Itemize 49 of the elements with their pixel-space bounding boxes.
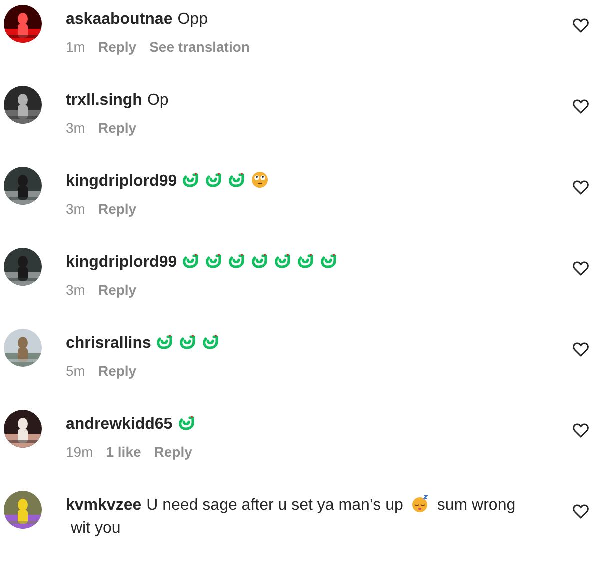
comment-text: Op xyxy=(147,91,169,111)
heart-icon[interactable] xyxy=(573,18,589,33)
username[interactable]: askaaboutnae xyxy=(66,11,173,28)
snake-icon xyxy=(156,333,174,351)
heart-icon[interactable] xyxy=(573,180,589,195)
snake-icon xyxy=(320,252,338,270)
snake-icon xyxy=(228,252,246,270)
username[interactable]: kvmkvzee xyxy=(66,497,142,514)
heart-icon[interactable] xyxy=(573,504,589,519)
snake-icon xyxy=(205,252,224,270)
snake-icon xyxy=(182,252,200,270)
timestamp: 1m xyxy=(66,39,86,55)
translation-link[interactable]: See translation xyxy=(150,39,250,55)
timestamp: 5m xyxy=(66,363,86,379)
snake-icon xyxy=(297,252,316,270)
like-count[interactable]: 1 like xyxy=(106,444,142,460)
heart-icon[interactable] xyxy=(573,342,589,357)
reply-link[interactable]: Reply xyxy=(98,39,137,55)
comment-text: wit you xyxy=(71,519,121,539)
heart-icon[interactable] xyxy=(573,423,589,438)
snake-icon xyxy=(228,171,246,189)
username[interactable]: trxll.singh xyxy=(66,92,142,109)
reply-link[interactable]: Reply xyxy=(154,444,192,460)
reply-link[interactable]: Reply xyxy=(98,282,137,298)
heart-icon[interactable] xyxy=(573,99,589,114)
snake-icon xyxy=(202,333,220,351)
reply-link[interactable]: Reply xyxy=(98,363,137,379)
timestamp: 19m xyxy=(66,444,94,460)
timestamp: 3m xyxy=(66,120,86,136)
username[interactable]: chrisrallins xyxy=(66,335,152,352)
snake-icon xyxy=(182,171,200,189)
timestamp: 3m xyxy=(66,282,86,298)
snake-icon xyxy=(274,252,292,270)
comment-text: sum wrong xyxy=(437,496,516,516)
sleeping-face-icon xyxy=(411,495,430,513)
username[interactable]: kingdriplord99 xyxy=(66,254,178,271)
username[interactable]: kingdriplord99 xyxy=(66,173,178,190)
snake-icon xyxy=(251,252,270,270)
username[interactable]: andrewkidd65 xyxy=(66,416,173,433)
snake-icon xyxy=(205,171,224,189)
eye-roll-face-icon xyxy=(251,171,270,189)
snake-icon xyxy=(179,333,198,351)
comment-text: U need sage after u set ya man’s up xyxy=(146,496,404,516)
snake-icon xyxy=(178,414,196,432)
reply-link[interactable]: Reply xyxy=(98,120,137,136)
heart-icon[interactable] xyxy=(573,261,589,276)
timestamp: 3m xyxy=(66,201,86,217)
reply-link[interactable]: Reply xyxy=(98,201,137,217)
comment-text: Opp xyxy=(178,10,208,30)
